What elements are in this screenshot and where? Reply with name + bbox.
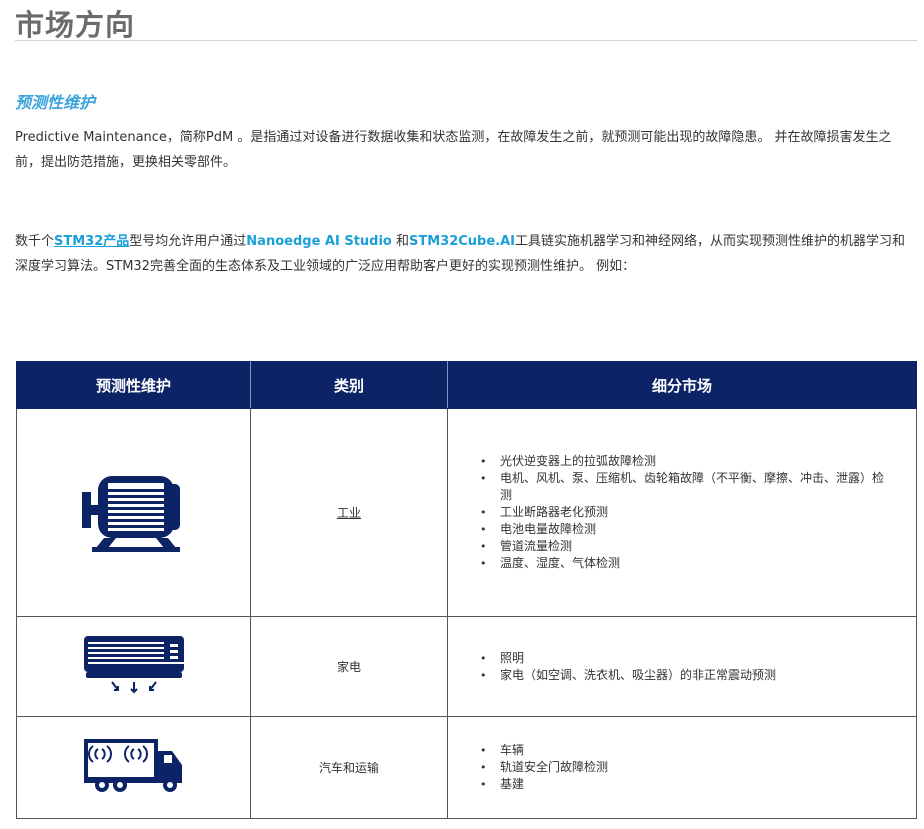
segment-list-cell: 照明 家电（如空调、洗衣机、吸尘器）的非正常震动预测 — [447, 616, 917, 717]
category-cell: 工业 — [250, 408, 448, 617]
desc-text-1: 数千个 — [15, 234, 55, 249]
list-item: 轨道安全门故障检测 — [480, 759, 916, 776]
segment-list: 光伏逆变器上的拉弧故障检测 电机、风机、泵、压缩机、齿轮箱故障（不平衡、摩擦、冲… — [448, 453, 916, 572]
list-item: 温度、湿度、气体检测 — [480, 555, 916, 572]
list-item: 管道流量检测 — [480, 538, 916, 555]
category-cell: 汽车和运输 — [250, 716, 448, 819]
list-item: 照明 — [480, 650, 916, 667]
icon-cell — [16, 616, 251, 717]
table-row-industry: 工业 光伏逆变器上的拉弧故障检测 电机、风机、泵、压缩机、齿轮箱故障（不平衡、摩… — [16, 408, 917, 617]
table-header-row: 预测性维护 类别 细分市场 — [16, 361, 917, 409]
table-row-automotive: 汽车和运输 车辆 轨道安全门故障检测 基建 — [16, 716, 917, 819]
page-title: 市场方向 — [15, 8, 136, 42]
stm32-products-link[interactable]: STM32产品 — [54, 234, 129, 249]
market-table: 预测性维护 类别 细分市场 工业 • 光伏逆变器上的拉弧故障检测 • 电机、风机… — [16, 361, 917, 819]
segment-list: 车辆 轨道安全门故障检测 基建 — [448, 742, 916, 793]
segment-list: 照明 家电（如空调、洗衣机、吸尘器）的非正常震动预测 — [448, 650, 916, 684]
nanoedge-tool-name: Nanoedge AI Studio — [246, 234, 392, 249]
segment-list-cell: 车辆 轨道安全门故障检测 基建 — [447, 716, 917, 819]
stm32cube-ai-tool-name: STM32Cube.AI — [409, 234, 516, 249]
icon-cell — [16, 408, 251, 617]
segment-list-cell: 光伏逆变器上的拉弧故障检测 电机、风机、泵、压缩机、齿轮箱故障（不平衡、摩擦、冲… — [447, 408, 917, 617]
electric-motor-icon — [81, 476, 180, 552]
desc-text-3: 和 — [391, 234, 409, 249]
header-market-segment: 细分市场 — [447, 361, 917, 409]
truck-icon — [83, 739, 182, 792]
list-item: 车辆 — [480, 742, 916, 759]
list-item: 电池电量故障检测 — [480, 521, 916, 538]
desc-text-2: 型号均允许用户通过 — [129, 234, 247, 249]
description-paragraph: 数千个STM32产品型号均允许用户通过Nanoedge AI Studio 和S… — [15, 229, 913, 279]
list-item: 电机、风机、泵、压缩机、齿轮箱故障（不平衡、摩擦、冲击、泄露）检测 — [480, 470, 916, 504]
category-industry-link[interactable]: 工业 — [337, 506, 361, 520]
list-item: 工业断路器老化预测 — [480, 504, 916, 521]
icon-cell — [16, 716, 251, 819]
air-conditioner-icon — [83, 636, 184, 694]
title-divider — [15, 40, 917, 41]
header-category: 类别 — [250, 361, 448, 409]
list-item: 基建 — [480, 776, 916, 793]
category-cell: 家电 — [250, 616, 448, 717]
table-row-home-appliance: 家电 照明 家电（如空调、洗衣机、吸尘器）的非正常震动预测 — [16, 616, 917, 717]
list-item: 光伏逆变器上的拉弧故障检测 — [480, 453, 916, 470]
intro-paragraph: Predictive Maintenance，简称PdM 。是指通过对设备进行数… — [15, 130, 892, 170]
header-predictive-maintenance: 预测性维护 — [16, 361, 251, 409]
list-item: 家电（如空调、洗衣机、吸尘器）的非正常震动预测 — [480, 667, 916, 684]
section-heading: 预测性维护 — [15, 93, 96, 112]
